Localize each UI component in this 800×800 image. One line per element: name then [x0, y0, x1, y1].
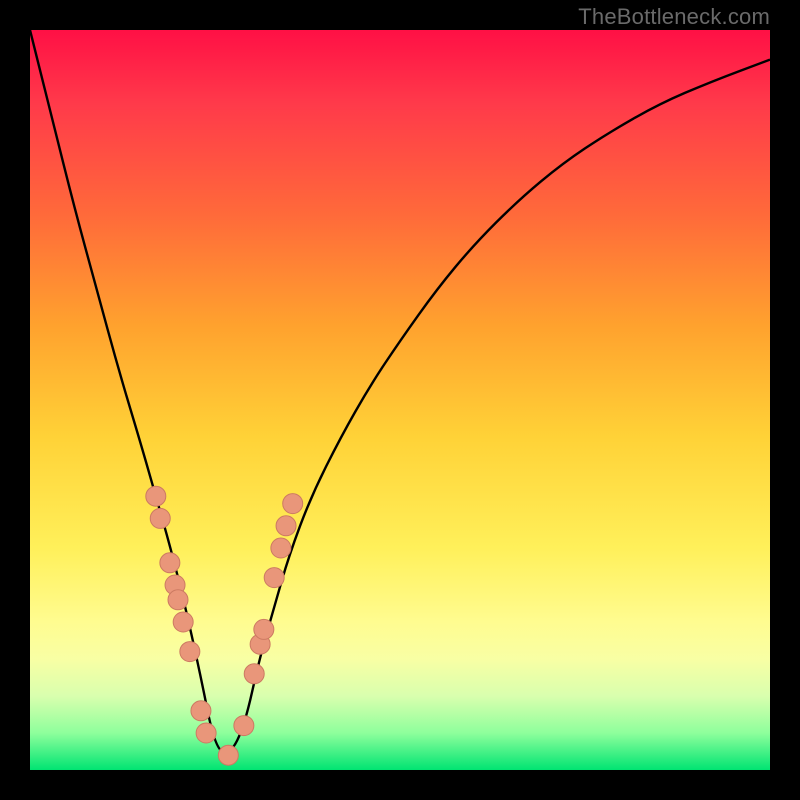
data-dot — [244, 664, 264, 684]
data-dot — [276, 516, 296, 536]
watermark-text: TheBottleneck.com — [578, 4, 770, 30]
data-dot — [264, 568, 284, 588]
data-dot — [146, 486, 166, 506]
data-dot — [160, 553, 180, 573]
chart-frame: TheBottleneck.com — [0, 0, 800, 800]
data-dot — [150, 508, 170, 528]
data-dot — [191, 701, 211, 721]
data-dot — [180, 642, 200, 662]
data-dot — [271, 538, 291, 558]
bottleneck-curve — [30, 30, 770, 752]
data-dot — [173, 612, 193, 632]
data-dot — [254, 619, 274, 639]
data-dot — [218, 745, 238, 765]
plot-area — [30, 30, 770, 770]
data-dot — [283, 494, 303, 514]
chart-svg — [30, 30, 770, 770]
data-dot — [196, 723, 216, 743]
data-dot — [234, 716, 254, 736]
data-dot — [168, 590, 188, 610]
